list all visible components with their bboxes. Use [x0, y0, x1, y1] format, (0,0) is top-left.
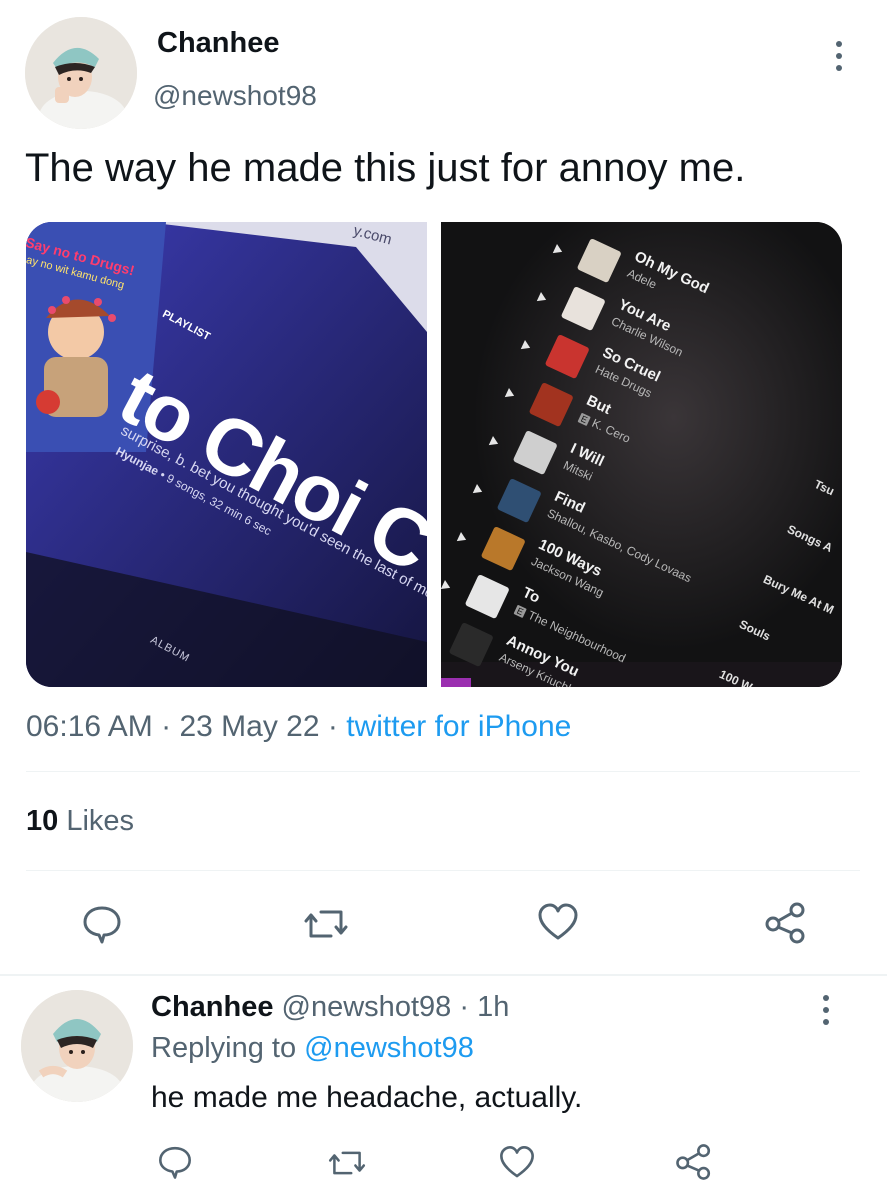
- replying-to-handle[interactable]: @newshot98: [304, 1032, 474, 1064]
- share-icon[interactable]: [674, 1142, 714, 1182]
- reply-icon[interactable]: [80, 902, 124, 946]
- tweet-time[interactable]: 06:16 AM: [26, 710, 153, 743]
- meta-separator: ·: [161, 710, 172, 743]
- tweet-meta: 06:16 AM · 23 May 22 · twitter for iPhon…: [26, 710, 571, 744]
- reply-separator: ·: [459, 991, 469, 1023]
- divider: [26, 870, 860, 871]
- retweet-icon[interactable]: [301, 902, 351, 946]
- likes-label: Likes: [66, 805, 135, 837]
- author-avatar[interactable]: [25, 17, 137, 129]
- like-icon[interactable]: [535, 900, 581, 946]
- tweet-text: The way he made this just for annoy me.: [25, 146, 746, 190]
- tweet-source[interactable]: twitter for iPhone: [346, 710, 571, 743]
- reply-more-icon[interactable]: [823, 995, 829, 1025]
- reply-icon[interactable]: [156, 1143, 194, 1181]
- reply-age[interactable]: 1h: [477, 991, 509, 1023]
- like-icon[interactable]: [497, 1143, 537, 1183]
- divider: [26, 771, 860, 772]
- section-divider: [0, 974, 887, 976]
- explicit-badge: E: [577, 412, 591, 427]
- tweet-date[interactable]: 23 May 22: [179, 710, 319, 743]
- media-photo-tracklist[interactable]: Oh My God Adele You Are Charlie Wilson So Cr…: [441, 222, 842, 687]
- explicit-badge: E: [513, 604, 527, 619]
- retweet-icon[interactable]: [326, 1144, 368, 1182]
- meta-separator: ·: [327, 710, 338, 743]
- likes-count: 10: [26, 805, 59, 837]
- replying-to-prefix: Replying to: [151, 1032, 297, 1064]
- reply-avatar[interactable]: [21, 990, 133, 1102]
- more-icon[interactable]: [836, 41, 842, 71]
- media-photo-playlist[interactable]: y.com Say no to Drugs! ay no wit kamu do…: [26, 222, 427, 687]
- replying-to-line: Replying to @newshot98: [151, 1032, 474, 1065]
- reply-header: Chanhee @newshot98 · 1h: [151, 991, 509, 1024]
- reply-display-name[interactable]: Chanhee: [151, 991, 273, 1023]
- author-display-name[interactable]: Chanhee: [157, 27, 279, 60]
- tweet-media[interactable]: y.com Say no to Drugs! ay no wit kamu do…: [26, 222, 842, 687]
- share-icon[interactable]: [763, 900, 809, 946]
- reply-text: he made me headache, actually.: [151, 1081, 583, 1114]
- reply-handle[interactable]: @newshot98: [282, 991, 452, 1023]
- likes-summary[interactable]: 10 Likes: [26, 805, 134, 838]
- author-handle[interactable]: @newshot98: [153, 80, 317, 112]
